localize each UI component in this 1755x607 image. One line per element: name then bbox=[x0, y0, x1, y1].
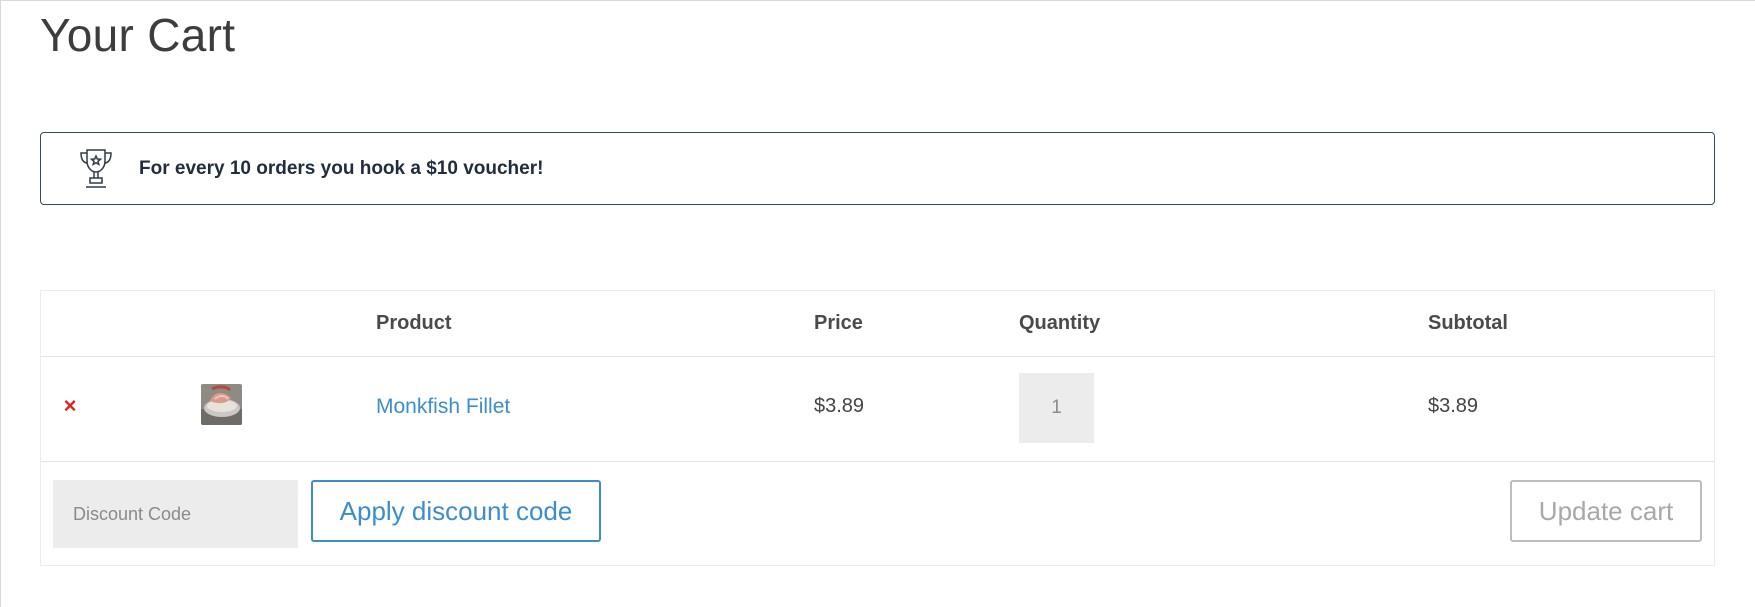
header-quantity: Quantity bbox=[1019, 312, 1101, 334]
update-cart-button[interactable]: Update cart bbox=[1510, 480, 1702, 542]
header-price: Price bbox=[814, 312, 863, 334]
header-product: Product bbox=[376, 312, 452, 334]
trophy-icon bbox=[79, 147, 113, 189]
table-row: × Monkfish Fillet $3.89 $3.89 bbox=[41, 357, 1714, 462]
quantity-input[interactable] bbox=[1019, 373, 1094, 443]
table-header-row: Product Price Quantity Subtotal bbox=[41, 291, 1714, 357]
page-title: Your Cart bbox=[40, 9, 236, 61]
apply-discount-button[interactable]: Apply discount code bbox=[311, 480, 601, 542]
cart-actions-row: Apply discount code Update cart bbox=[41, 462, 1714, 566]
header-subtotal: Subtotal bbox=[1428, 312, 1508, 334]
close-icon[interactable]: × bbox=[58, 394, 82, 418]
cart-table: Product Price Quantity Subtotal × Monkfi… bbox=[40, 290, 1715, 566]
discount-code-input[interactable] bbox=[53, 480, 298, 548]
item-subtotal: $3.89 bbox=[1428, 395, 1479, 417]
notice-text: For every 10 orders you hook a $10 vouch… bbox=[139, 158, 544, 179]
item-price: $3.89 bbox=[814, 395, 865, 417]
product-name-link[interactable]: Monkfish Fillet bbox=[376, 395, 510, 419]
loyalty-notice: For every 10 orders you hook a $10 vouch… bbox=[40, 132, 1715, 205]
product-thumbnail[interactable] bbox=[201, 384, 242, 425]
